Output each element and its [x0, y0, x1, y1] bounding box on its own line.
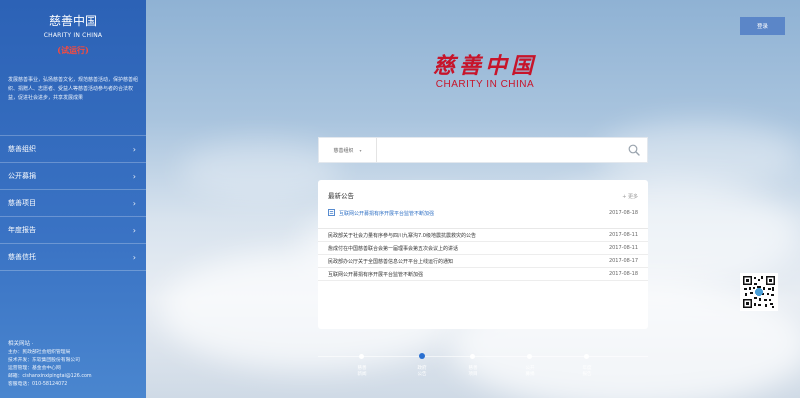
notice-title: 民政部办公厅关于全国慈善信息公开平台上线运行的通知	[328, 258, 454, 265]
sidebar-item-label: 年度报告	[8, 226, 36, 234]
related-sites-link[interactable]: 相关网站 ·	[8, 340, 92, 348]
search-icon[interactable]	[621, 138, 647, 162]
footer-line: 邮箱：cishanxinxipingtai@126.com	[8, 374, 92, 379]
sidebar-item-label: 慈善信托	[8, 253, 36, 261]
timeline-dot-active[interactable]	[419, 353, 425, 359]
footer-line: 客服电话：010-58124072	[8, 382, 68, 387]
qr-code	[740, 273, 778, 311]
sidebar-subtitle: CHARITY IN CHINA	[43, 32, 103, 39]
chevron-right-icon: ›	[132, 225, 136, 235]
notice-title: 互联网公开募捐有序开展平台监管不断加强	[328, 271, 424, 278]
notice-date: 2017-08-17	[608, 258, 638, 264]
trial-badge: (试运行)	[57, 45, 89, 55]
timeline-label[interactable]: 公开 募捐	[520, 366, 540, 378]
notice-date: 2017-08-18	[608, 271, 638, 277]
footer-line: 运营管理：基金会中心网	[8, 366, 61, 371]
timeline-dot[interactable]	[527, 354, 532, 359]
notice-date: 2017-08-18	[608, 210, 638, 216]
timeline-label[interactable]: 年度 报告	[577, 366, 597, 378]
footer-line: 技术开发：东软集团股份有限公司	[8, 358, 80, 363]
list-item[interactable]: 互联网公开募捐有序开展平台监管不断加强 2017-08-18	[318, 268, 648, 281]
sidebar-title[interactable]: 慈善中国	[0, 12, 146, 29]
brand-logo: 慈善中国 CHARITY IN CHINA	[420, 48, 550, 90]
sidebar-nav: 慈善组织 › 公开募捐 › 慈善项目 › 年度报告 › 慈善信托 ›	[0, 135, 146, 271]
timeline-label[interactable]: 政府 公告	[412, 366, 432, 378]
notice-icon	[328, 208, 335, 218]
notice-date: 2017-08-11	[608, 245, 638, 251]
timeline-label[interactable]: 慈善 项目	[463, 366, 483, 378]
sidebar-item-public-fundraising[interactable]: 公开募捐 ›	[0, 163, 146, 190]
notice-list: 民政部关于社会力量有序参与四川九寨沟7.0级地震抗震救灾的公告 2017-08-…	[318, 228, 648, 281]
sidebar-item-charity-orgs[interactable]: 慈善组织 ›	[0, 136, 146, 163]
chevron-right-icon: ›	[132, 144, 136, 154]
caret-down-icon: ▾	[359, 147, 362, 153]
login-button[interactable]: 登录	[740, 17, 785, 35]
list-item[interactable]: 民政部办公厅关于全国慈善信息公开平台上线运行的通知 2017-08-17	[318, 255, 648, 268]
timeline-nav: 慈善 新闻 政府 公告 慈善 项目 公开 募捐 年度 报告	[318, 353, 648, 396]
notice-title: 互联网公开募捐有序开展平台监管不断加强	[339, 210, 435, 217]
list-item[interactable]: 詹成付在中国慈善联合会第一届理事会第五次会议上的讲话 2017-08-11	[318, 242, 648, 255]
notice-title: 詹成付在中国慈善联合会第一届理事会第五次会议上的讲话	[328, 245, 459, 252]
notices-panel: 最新公告 + 更多 互联网公开募捐有序开展平台监管不断加强 2017-08-18…	[318, 180, 648, 329]
footer-line: 主办：民政部社会组织管理局	[8, 350, 71, 355]
sidebar-item-label: 慈善项目	[8, 199, 36, 207]
brand-subtitle: CHARITY IN CHINA	[435, 79, 535, 90]
chevron-right-icon: ›	[132, 171, 136, 181]
sidebar-item-label: 公开募捐	[8, 172, 36, 180]
timeline-line	[318, 356, 648, 357]
chevron-right-icon: ›	[132, 252, 136, 262]
notice-title: 民政部关于社会力量有序参与四川九寨沟7.0级地震抗震救灾的公告	[328, 232, 476, 239]
timeline-label[interactable]: 慈善 新闻	[352, 366, 372, 378]
featured-notice[interactable]: 互联网公开募捐有序开展平台监管不断加强 2017-08-18	[318, 206, 648, 220]
notices-title: 最新公告	[328, 192, 354, 200]
notices-more-link[interactable]: + 更多	[622, 193, 638, 200]
search-input[interactable]	[377, 138, 621, 162]
brand-title: 慈善中国	[432, 53, 537, 79]
search-category-select[interactable]: 慈善组织 ▾	[319, 138, 377, 162]
notice-date: 2017-08-11	[608, 232, 638, 238]
sidebar: 慈善中国 CHARITY IN CHINA (试运行) 发展慈善事业，弘扬慈善文…	[0, 0, 146, 398]
sidebar-item-label: 慈善组织	[8, 145, 36, 153]
search-category-value: 慈善组织	[333, 147, 354, 154]
sidebar-item-charity-projects[interactable]: 慈善项目 ›	[0, 190, 146, 217]
sidebar-description: 发展慈善事业，弘扬慈善文化，规范慈善活动，保护慈善组织、捐赠人、志愿者、受益人等…	[8, 77, 139, 101]
timeline-dot[interactable]	[359, 354, 364, 359]
list-item[interactable]: 民政部关于社会力量有序参与四川九寨沟7.0级地震抗震救灾的公告 2017-08-…	[318, 229, 648, 242]
timeline-dot[interactable]	[470, 354, 475, 359]
sidebar-item-charity-trusts[interactable]: 慈善信托 ›	[0, 244, 146, 271]
sidebar-item-annual-reports[interactable]: 年度报告 ›	[0, 217, 146, 244]
sidebar-footer: 相关网站 · 主办：民政部社会组织管理局 技术开发：东软集团股份有限公司 运营管…	[8, 340, 92, 389]
chevron-right-icon: ›	[132, 198, 136, 208]
search-bar: 慈善组织 ▾	[318, 137, 648, 163]
timeline-dot[interactable]	[584, 354, 589, 359]
